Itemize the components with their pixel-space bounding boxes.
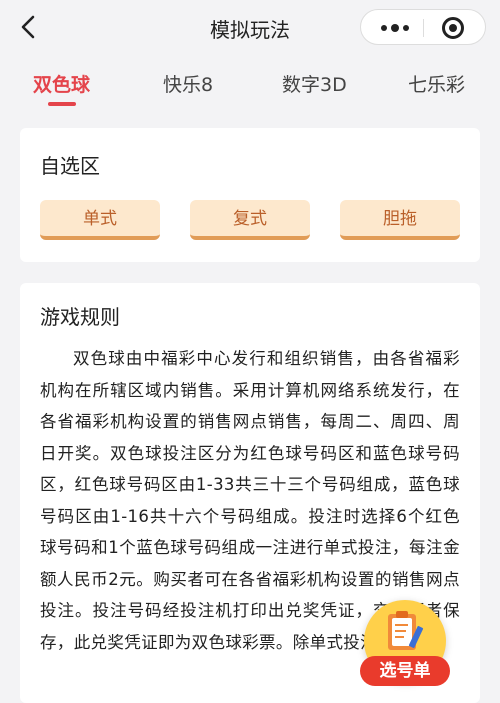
capsule-divider	[423, 19, 424, 37]
top-nav-bar: 模拟玩法	[0, 0, 500, 56]
tab-qilecai[interactable]: 七乐彩	[408, 70, 465, 97]
self-select-card: 自选区 单式 复式 胆拖	[20, 128, 480, 262]
more-dots-icon[interactable]	[375, 17, 415, 39]
mini-program-capsule	[360, 9, 486, 45]
tab-kuaile8[interactable]: 快乐8	[163, 70, 213, 97]
ticket-list-button[interactable]: 选号单	[360, 598, 470, 691]
self-select-title: 自选区	[40, 154, 100, 178]
single-bet-button[interactable]: 单式	[40, 200, 160, 240]
target-close-icon[interactable]	[441, 16, 465, 40]
active-tab-indicator	[48, 102, 76, 106]
ticket-list-label: 选号单	[360, 656, 450, 686]
tab-shuzi3d[interactable]: 数字3D	[282, 70, 347, 97]
banker-bet-button[interactable]: 胆拖	[340, 200, 460, 240]
back-button[interactable]	[14, 12, 44, 42]
chevron-left-icon	[21, 15, 35, 39]
game-rules-title: 游戏规则	[40, 305, 120, 329]
clipboard-pencil-icon	[388, 611, 424, 650]
tab-shuangseqiu[interactable]: 双色球	[33, 70, 90, 97]
multiple-bet-button[interactable]: 复式	[190, 200, 310, 240]
